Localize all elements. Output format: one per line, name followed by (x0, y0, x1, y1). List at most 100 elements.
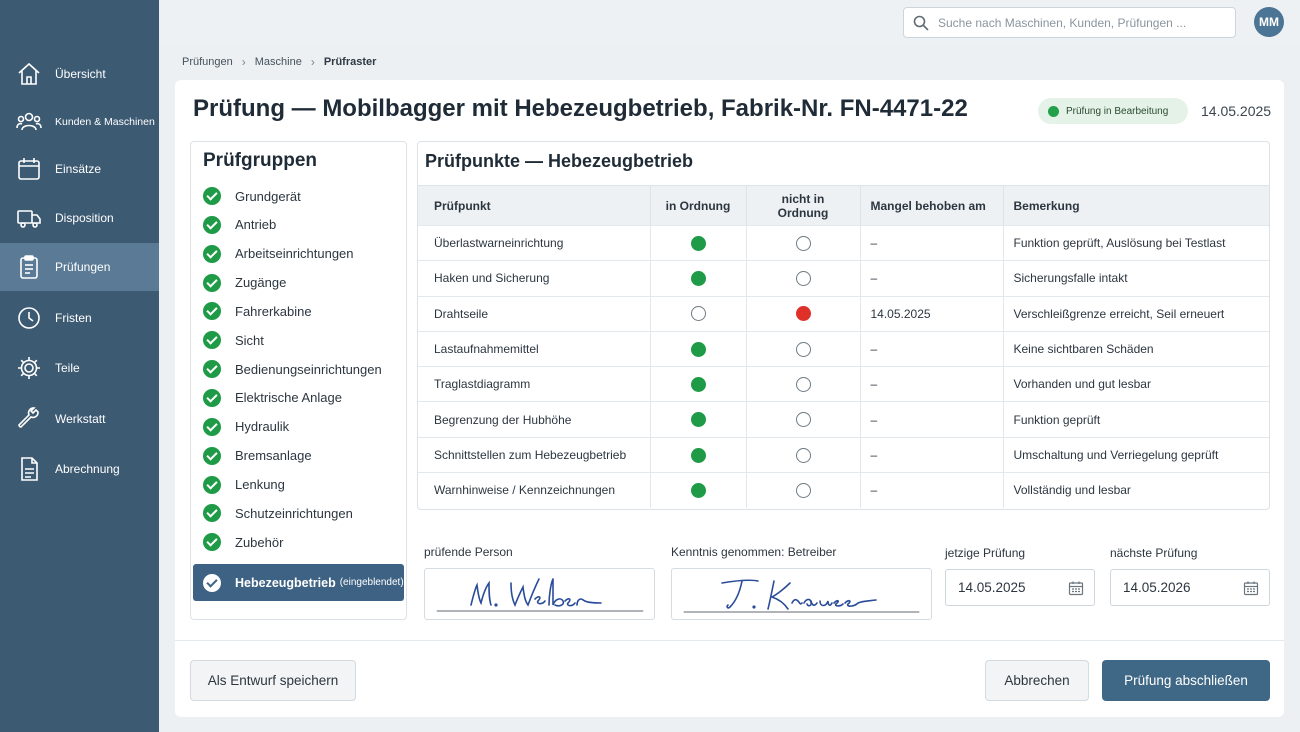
group-item[interactable]: Bedienungseinrichtungen (203, 359, 382, 379)
check-circle-icon (203, 331, 221, 350)
clock-icon (18, 307, 40, 329)
breadcrumb-item-maschine[interactable]: Maschine (255, 56, 302, 68)
radio-not-ok-empty-icon[interactable] (795, 412, 811, 428)
group-item[interactable]: Grundgerät (203, 186, 301, 206)
avatar[interactable]: MM (1254, 7, 1284, 37)
col-header-fixed: Mangel behoben am (860, 185, 1004, 226)
radio-ok-selected-icon[interactable] (690, 235, 706, 251)
group-label: Bremsanlage (235, 448, 312, 464)
check-circle-icon (203, 187, 221, 205)
radio-not-ok-empty-icon[interactable] (795, 341, 811, 357)
check-circle-icon (203, 417, 221, 436)
fixed-date-cell: – (860, 224, 1004, 261)
ok-cell (650, 401, 747, 438)
status-label: Prüfung in Bearbeitung (1066, 105, 1169, 117)
group-item[interactable]: Zubehör (203, 532, 283, 552)
table-row: Haken und Sicherung – Sicherungsfalle inta… (418, 260, 1269, 297)
fixed-date-cell: – (860, 401, 1004, 438)
inspector-signature-field[interactable] (424, 568, 655, 620)
radio-ok-selected-icon[interactable] (690, 483, 706, 499)
finish-inspection-button[interactable]: Prüfung abschließen (1102, 660, 1270, 701)
radio-not-ok-empty-icon[interactable] (795, 377, 811, 392)
next-date-field[interactable]: 14.05.2026 (1110, 569, 1270, 606)
remark-cell: Funktion geprüft, Auslösung bei Testlast (1003, 224, 1269, 261)
points-table: Prüfpunkt in Ordnung nicht in Ordnung Ma… (418, 185, 1269, 508)
sidebar-item-fristen[interactable]: Fristen (0, 294, 159, 342)
group-item[interactable]: Bremsanlage (203, 446, 312, 466)
check-circle-icon (203, 504, 221, 523)
radio-ok-empty-icon[interactable] (690, 306, 706, 322)
groups-title: Prüfgruppen (203, 150, 317, 171)
search-input[interactable] (938, 13, 1228, 33)
group-item[interactable]: Sicht (203, 330, 264, 350)
col-header-not-ok: nicht in Ordnung (746, 185, 861, 226)
sidebar-item-kunden-maschinen[interactable]: Kunden & Maschinen (0, 98, 159, 146)
radio-not-ok-empty-icon[interactable] (795, 271, 811, 287)
cancel-button[interactable]: Abbrechen (985, 660, 1089, 701)
clipboard-icon (20, 255, 38, 279)
sidebar-item-abrechnung[interactable]: Abrechnung (0, 445, 159, 493)
not-ok-cell (746, 366, 861, 402)
radio-not-ok-selected-icon[interactable] (795, 306, 811, 322)
radio-ok-selected-icon[interactable] (690, 412, 706, 428)
radio-not-ok-empty-icon[interactable] (795, 447, 811, 463)
radio-not-ok-empty-icon[interactable] (795, 235, 811, 251)
calendar-icon[interactable] (1068, 580, 1084, 596)
group-item[interactable]: Hydraulik (203, 417, 289, 437)
search-box[interactable] (903, 7, 1236, 38)
calendar-icon[interactable] (1243, 580, 1259, 596)
table-row: Traglastdiagramm – Vorhanden und gut lesba… (418, 366, 1269, 402)
ok-cell (650, 366, 747, 402)
current-date-field[interactable]: 14.05.2025 (945, 569, 1095, 606)
sidebar-item-einsaetze[interactable]: Einsätze (0, 145, 159, 193)
fixed-date-cell: – (860, 260, 1004, 297)
fixed-date-cell: – (860, 366, 1004, 402)
group-label: Arbeitseinrichtungen (235, 246, 354, 262)
sidebar-item-teile[interactable]: Teile (0, 344, 159, 392)
group-item[interactable]: Lenkung (203, 475, 285, 495)
check-circle-icon (203, 475, 221, 494)
group-item-hebezeugbetrieb[interactable]: Hebezeugbetrieb (eingeblendet) (193, 564, 404, 601)
remark-cell: Funktion geprüft (1003, 401, 1269, 438)
table-row: Schnittstellen zum Hebezeugbetrieb – Umsch… (418, 436, 1269, 473)
group-item[interactable]: Fahrerkabine (203, 301, 312, 321)
radio-not-ok-empty-icon[interactable] (795, 483, 811, 499)
group-label: Antrieb (235, 217, 277, 233)
group-item[interactable]: Elektrische Anlage (203, 388, 342, 408)
group-label: Zugänge (235, 275, 287, 291)
table-row: Warnhinweise / Kennzeichnungen – Vollständ… (418, 472, 1269, 508)
table-row: Begrenzung der Hubhöhe – Funktion geprüft (418, 401, 1269, 438)
group-label: Lenkung (235, 477, 285, 492)
breadcrumb-item-pruefungen[interactable]: Prüfungen (182, 56, 233, 68)
sidebar-item-disposition[interactable]: Disposition (0, 194, 159, 242)
sidebar-item-werkstatt[interactable]: Werkstatt (0, 395, 159, 443)
col-header-pruefpunkt: Prüfpunkt (418, 185, 651, 226)
fixed-date-cell: 14.05.2025 (860, 295, 1004, 332)
ok-cell (650, 260, 747, 297)
radio-ok-selected-icon[interactable] (690, 377, 706, 392)
ok-cell (650, 436, 747, 473)
group-sublabel: (eingeblendet) (339, 577, 404, 588)
current-date-label: jetzige Prüfung (945, 546, 1026, 560)
radio-ok-selected-icon[interactable] (690, 271, 706, 287)
remark-cell: Keine sichtbaren Schäden (1003, 330, 1269, 367)
breadcrumb: Prüfungen › Maschine › Prüfraster (182, 54, 376, 70)
group-item[interactable]: Zugänge (203, 273, 286, 293)
check-circle-icon (203, 273, 221, 292)
ok-cell (650, 330, 747, 367)
sidebar-item-label: Disposition (55, 211, 114, 225)
sidebar-item-uebersicht[interactable]: Übersicht (0, 50, 159, 98)
pruefpunkt-cell: Haken und Sicherung (418, 260, 651, 297)
radio-ok-selected-icon[interactable] (690, 447, 706, 463)
group-item[interactable]: Antrieb (203, 215, 276, 235)
sidebar-item-pruefungen[interactable]: Prüfungen (0, 243, 159, 291)
footer-divider (175, 640, 1284, 641)
group-item[interactable]: Arbeitseinrichtungen (203, 244, 354, 264)
not-ok-cell (746, 260, 861, 297)
table-row: Drahtseile 14.05.2025 Verschleißgrenze err… (418, 295, 1269, 332)
radio-ok-selected-icon[interactable] (690, 341, 706, 357)
operator-signature-field[interactable] (671, 568, 932, 620)
group-item[interactable]: Schutzeinrichtungen (203, 503, 353, 523)
sidebar-item-label: Kunden & Maschinen (55, 116, 155, 128)
save-draft-button[interactable]: Als Entwurf speichern (190, 660, 356, 701)
